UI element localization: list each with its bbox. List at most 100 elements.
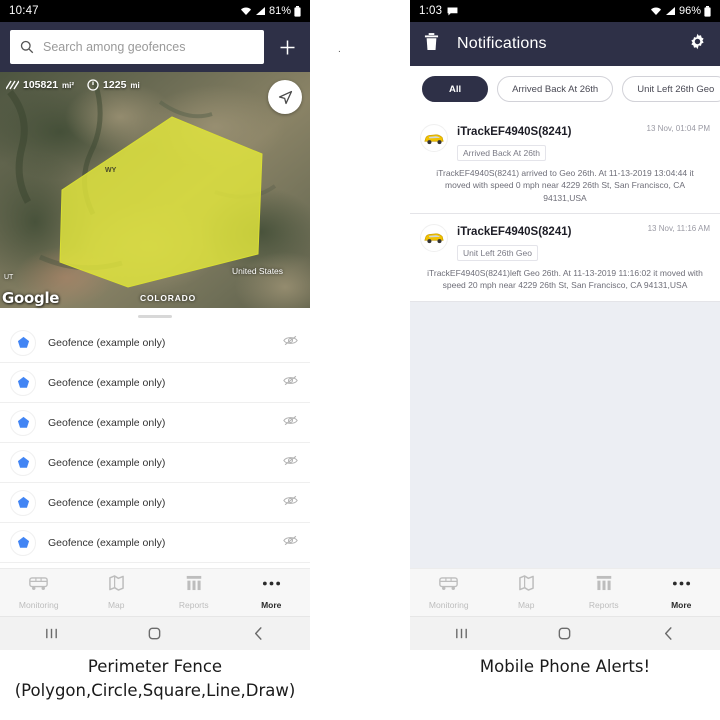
nav-item-monitoring[interactable]: Monitoring [410, 576, 488, 610]
status-bar: 1:03 96% [410, 0, 720, 22]
pentagon-icon [10, 409, 36, 436]
eye-off-icon[interactable] [283, 454, 298, 472]
notification-unit-name: iTrackEF4940S(8241) [457, 225, 572, 238]
area-value: 105821 [23, 79, 59, 91]
message-icon [447, 6, 458, 16]
map-view[interactable]: 105821 mi² 1225 mi WY UT United States C… [0, 72, 310, 323]
stray-dot-mark: . [338, 44, 341, 55]
geofence-name: Geofence (example only) [48, 456, 166, 469]
geofence-name: Geofence (example only) [48, 336, 166, 349]
status-bar-clock: 10:47 [9, 5, 39, 17]
perimeter-stat: 1225 mi [87, 79, 140, 91]
geofence-name: Geofence (example only) [48, 376, 166, 389]
back-button[interactable] [617, 626, 720, 641]
caption-left: Perimeter Fence (Polygon,Circle,Square,L… [0, 655, 310, 703]
bottom-sheet-handle[interactable] [0, 309, 310, 323]
status-bar-left: 10:47 [9, 5, 39, 17]
pentagon-icon [10, 449, 36, 476]
notification-list[interactable]: iTrackEF4940S(8241) Arrived Back At 26th… [410, 114, 720, 568]
bus-icon [439, 576, 459, 596]
nav-label: More [671, 599, 692, 610]
notification-card-main: iTrackEF4940S(8241) Arrived Back At 26th [457, 122, 638, 161]
notification-tag-wrap: Arrived Back At 26th [457, 143, 638, 161]
eye-off-icon[interactable] [283, 414, 298, 432]
locate-me-button[interactable] [268, 80, 302, 114]
filter-chip-left[interactable]: Unit Left 26th Geo [622, 76, 720, 102]
status-bar: 10:47 81% [0, 0, 310, 22]
nav-label: Monitoring [18, 599, 59, 610]
map-measurement-overlay: 105821 mi² 1225 mi [5, 76, 304, 94]
gear-icon[interactable] [689, 33, 706, 55]
navigation-arrow-icon [278, 90, 292, 104]
trash-icon[interactable] [424, 32, 439, 56]
notification-tag-wrap: Unit Left 26th Geo [457, 243, 639, 261]
notification-timestamp: 13 Nov, 01:04 PM [646, 124, 710, 133]
notification-card[interactable]: iTrackEF4940S(8241) Arrived Back At 26th… [410, 114, 720, 214]
signal-icon [665, 6, 676, 16]
map-label-wy: WY [105, 167, 117, 174]
filter-chip-arrived[interactable]: Arrived Back At 26th [497, 76, 614, 102]
geofence-list-item[interactable]: Geofence (example only) [0, 523, 310, 563]
search-input[interactable]: Search among geofences [10, 30, 264, 64]
reports-icon [596, 575, 612, 596]
nav-label: Map [107, 600, 125, 610]
nav-item-reports[interactable]: Reports [565, 575, 643, 610]
bottom-navigation: Monitoring Map Reports More [410, 568, 720, 616]
nav-item-reports[interactable]: Reports [155, 575, 233, 610]
eye-off-icon[interactable] [283, 534, 298, 552]
map-icon [518, 575, 534, 596]
home-button[interactable] [103, 626, 206, 641]
geofence-name: Geofence (example only) [48, 416, 166, 429]
notification-timestamp: 13 Nov, 11:16 AM [647, 223, 710, 233]
geofence-name: Geofence (example only) [48, 496, 166, 509]
map-label-country: United States [232, 266, 284, 276]
home-button[interactable] [513, 626, 616, 641]
notification-body: iTrackEF4940S(8241) arrived to Geo 26th.… [436, 168, 694, 203]
geofence-list-item[interactable]: Geofence (example only) [0, 403, 310, 443]
nav-item-map[interactable]: Map [78, 575, 156, 610]
pentagon-icon [10, 329, 36, 356]
wifi-icon [650, 6, 662, 16]
recents-button[interactable] [410, 626, 513, 641]
nav-item-more[interactable]: More [643, 576, 720, 610]
left-phone-geofence-screen: 10:47 81% Search among geofences 105821 … [0, 0, 310, 650]
nav-label: Reports [588, 600, 619, 610]
geofence-search-header: Search among geofences [0, 22, 310, 72]
notification-body: iTrackEF4940S(8241)left Geo 26th. At 11-… [427, 267, 703, 291]
eye-off-icon[interactable] [283, 494, 298, 512]
area-unit: mi² [62, 80, 75, 90]
caption-right: Mobile Phone Alerts! [410, 655, 720, 679]
perimeter-unit: mi [130, 80, 140, 90]
eye-off-icon[interactable] [283, 334, 298, 352]
geofence-list-item[interactable]: Geofence (example only) [0, 443, 310, 483]
map-icon [108, 575, 124, 596]
perimeter-clock-icon [87, 79, 99, 91]
notification-card[interactable]: iTrackEF4940S(8241) Unit Left 26th Geo 1… [410, 213, 720, 302]
area-stat: 105821 mi² [5, 79, 75, 91]
filter-chip-all[interactable]: All [422, 76, 489, 102]
geofence-list-item[interactable]: Geofence (example only) [0, 363, 310, 403]
geofence-list-item[interactable]: Geofence (example only) [0, 323, 310, 363]
geofence-list-item[interactable]: Geofence (example only) [0, 483, 310, 523]
caption-left-line2: (Polygon,Circle,Square,Line,Draw) [14, 680, 296, 700]
pentagon-icon [10, 529, 36, 556]
notifications-header: Notifications [410, 22, 720, 66]
battery-icon [704, 5, 711, 17]
caption-left-line1: Perimeter Fence [87, 657, 223, 676]
pentagon-icon [10, 489, 36, 516]
bottom-navigation: Monitoring Map Reports More [0, 568, 310, 616]
reports-icon [186, 575, 202, 596]
search-icon [20, 40, 34, 54]
signal-icon [255, 6, 266, 16]
recents-button[interactable] [0, 626, 103, 641]
nav-item-map[interactable]: Map [488, 575, 566, 610]
nav-label: Reports [178, 600, 209, 610]
notification-card-main: iTrackEF4940S(8241) Unit Left 26th Geo [457, 222, 639, 261]
back-button[interactable] [207, 626, 310, 641]
geofence-list[interactable]: Geofence (example only) Geofence (exampl… [0, 323, 310, 568]
notification-card-top: iTrackEF4940S(8241) Arrived Back At 26th… [420, 122, 710, 161]
nav-item-more[interactable]: More [233, 576, 311, 610]
nav-item-monitoring[interactable]: Monitoring [0, 576, 78, 610]
eye-off-icon[interactable] [283, 374, 298, 392]
add-geofence-button[interactable] [274, 34, 300, 60]
